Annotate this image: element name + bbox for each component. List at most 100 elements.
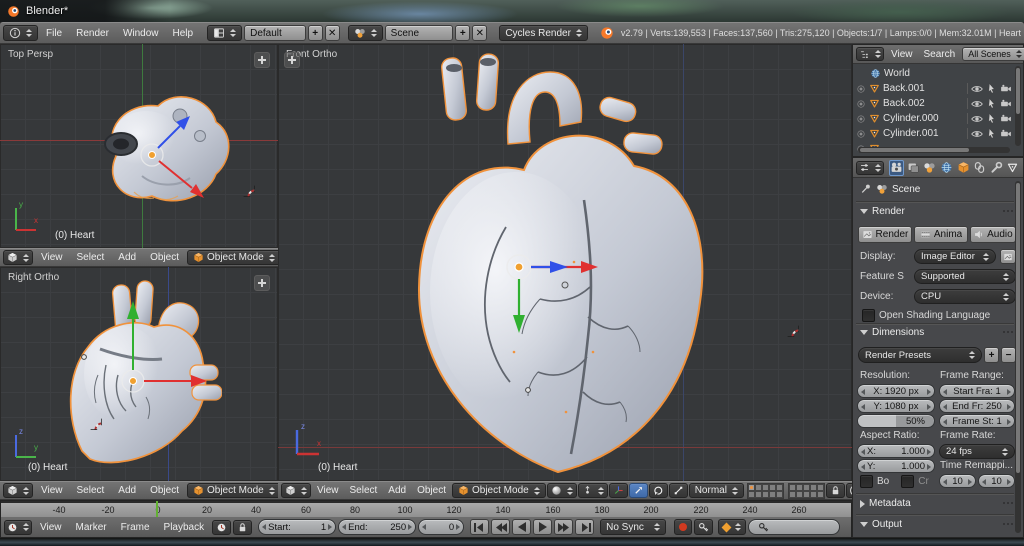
tab-render-layers[interactable] <box>906 160 921 176</box>
expand-icon[interactable] <box>856 84 866 94</box>
transform-orientation-select[interactable]: Normal <box>689 483 744 498</box>
visibility-eye-icon[interactable] <box>971 128 983 140</box>
manipulator-scale-button[interactable] <box>669 483 688 498</box>
timeline-ruler[interactable]: -40 -20 0 20 40 60 80 100 120 140 160 18… <box>1 503 851 518</box>
heart-model-front-view[interactable] <box>388 52 728 476</box>
timeline-menu-playback[interactable]: Playback <box>158 522 211 533</box>
output-section-header[interactable]: Output <box>860 519 1016 530</box>
render-audio-button[interactable]: Audio <box>970 226 1016 243</box>
menu-object[interactable]: Object <box>144 485 185 496</box>
renderability-camera-icon[interactable] <box>1000 128 1012 140</box>
menu-view[interactable]: View <box>35 485 69 496</box>
menu-select[interactable]: Select <box>71 252 111 263</box>
outliner-menu-view[interactable]: View <box>887 49 917 60</box>
menu-object[interactable]: Object <box>144 252 185 263</box>
active-keying-set-field[interactable] <box>748 519 840 535</box>
resolution-scale-slider[interactable]: 50% <box>857 414 935 428</box>
expand-icon[interactable] <box>856 129 866 139</box>
editor-type-info-button[interactable] <box>3 25 38 41</box>
expand-icon[interactable] <box>856 99 866 109</box>
menu-render[interactable]: Render <box>70 28 115 39</box>
screen-layout-name[interactable]: Default <box>244 25 306 41</box>
screen-layout-add-button[interactable]: + <box>308 25 323 41</box>
frame-end-field[interactable]: End Fr: 250 <box>939 399 1015 413</box>
editor-type-3dview-button[interactable] <box>3 250 33 265</box>
outliner-horizontal-scrollbar[interactable] <box>858 147 1010 153</box>
outliner-scope-select[interactable]: All Scenes <box>962 47 1024 61</box>
tab-constraints[interactable] <box>972 160 987 176</box>
tab-render[interactable] <box>889 160 904 176</box>
sync-mode-select[interactable]: No Sync <box>600 519 666 535</box>
viewport-right-ortho[interactable]: z y Right Ortho (0) Heart <box>0 267 278 481</box>
jump-to-end-button[interactable] <box>575 519 594 535</box>
timeline-menu-view[interactable]: View <box>34 522 68 533</box>
timeline-menu-marker[interactable]: Marker <box>70 522 113 533</box>
pivot-point-select[interactable] <box>578 483 608 498</box>
scene-delete-button[interactable]: ✕ <box>472 25 487 41</box>
render-section-header[interactable]: Render <box>860 206 1016 217</box>
render-presets-select[interactable]: Render Presets <box>858 347 982 363</box>
renderability-camera-icon[interactable] <box>1000 98 1012 110</box>
osl-checkbox[interactable] <box>862 309 875 322</box>
border-checkbox[interactable] <box>860 475 873 488</box>
panel-grip[interactable] <box>1002 501 1016 506</box>
menu-add[interactable]: Add <box>112 252 142 263</box>
current-frame-playhead[interactable] <box>156 501 158 517</box>
panel-grip[interactable] <box>1002 330 1016 335</box>
menu-select[interactable]: Select <box>345 485 383 496</box>
menu-help[interactable]: Help <box>167 28 200 39</box>
render-still-button[interactable]: Render <box>858 226 912 243</box>
crop-checkbox[interactable] <box>901 475 914 488</box>
lock-to-scene-button[interactable] <box>826 483 845 498</box>
menu-object[interactable]: Object <box>412 485 451 496</box>
outliner-item-cylinder001[interactable]: Cylinder.001 <box>856 126 1012 141</box>
panel-grip[interactable] <box>1002 209 1016 214</box>
outliner-item-back002[interactable]: Back.002 <box>856 96 1012 111</box>
outliner-item-cylinder000[interactable]: Cylinder.000 <box>856 111 1012 126</box>
heart-model-right-view[interactable] <box>62 279 222 475</box>
jump-prev-keyframe-button[interactable] <box>491 519 510 535</box>
editor-type-outliner-button[interactable] <box>856 47 884 61</box>
jump-to-start-button[interactable] <box>470 519 489 535</box>
keying-set-select[interactable] <box>718 519 746 535</box>
render-animation-button[interactable]: Animation <box>914 226 968 243</box>
preset-remove-button[interactable]: − <box>1001 347 1016 363</box>
outliner-menu-search[interactable]: Search <box>920 49 960 60</box>
render-engine-select[interactable]: Cycles Render <box>499 25 588 41</box>
visibility-eye-icon[interactable] <box>971 83 983 95</box>
aspect-y-field[interactable]: Y:1.000 <box>857 459 935 473</box>
preset-add-button[interactable]: + <box>984 347 999 363</box>
current-frame-field[interactable]: 0 <box>418 519 464 535</box>
manipulator-toggle-button[interactable] <box>609 483 628 498</box>
manipulator-translate-button[interactable] <box>629 483 648 498</box>
selectability-cursor-icon[interactable] <box>986 113 997 124</box>
menu-view[interactable]: View <box>35 252 69 263</box>
outliner-item-world[interactable]: World <box>856 66 1012 81</box>
remap-new-field[interactable]: 10 <box>978 474 1015 488</box>
menu-window[interactable]: Window <box>117 28 165 39</box>
selectability-cursor-icon[interactable] <box>986 83 997 94</box>
renderability-camera-icon[interactable] <box>1000 83 1012 95</box>
frame-start-field[interactable]: Start Fra: 1 <box>939 384 1015 398</box>
manipulator-rotate-button[interactable] <box>649 483 668 498</box>
menu-file[interactable]: File <box>40 28 68 39</box>
pin-icon[interactable] <box>860 183 872 195</box>
renderability-camera-icon[interactable] <box>1000 113 1012 125</box>
expand-icon[interactable] <box>856 114 866 124</box>
layers-grid[interactable] <box>747 483 825 499</box>
remap-old-field[interactable]: 10 <box>939 474 976 488</box>
mode-select[interactable]: Object Mode <box>187 250 281 265</box>
display-lock-button[interactable] <box>1000 249 1016 264</box>
dimensions-section-header[interactable]: Dimensions <box>860 327 1016 338</box>
viewport-front-ortho[interactable]: z x Front Ortho (0) Heart <box>278 44 852 481</box>
menu-view[interactable]: View <box>312 485 344 496</box>
play-reverse-button[interactable] <box>512 519 531 535</box>
tab-scene[interactable] <box>923 160 938 176</box>
frame-start-field[interactable]: Start:1 <box>258 519 336 535</box>
frame-end-field[interactable]: End:250 <box>338 519 416 535</box>
visibility-eye-icon[interactable] <box>971 98 983 110</box>
screen-layout-icon-button[interactable] <box>207 25 242 41</box>
editor-type-timeline-button[interactable] <box>4 520 32 535</box>
title-bar[interactable]: Blender* <box>0 0 1024 22</box>
region-expand-button[interactable] <box>254 275 270 291</box>
